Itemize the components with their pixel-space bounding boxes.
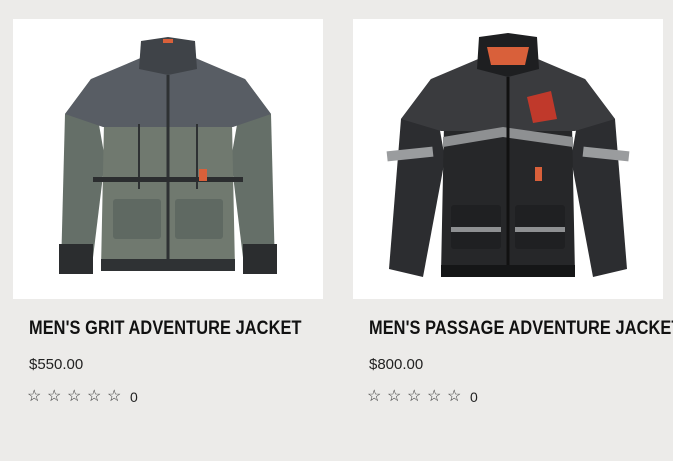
product-rating: ☆ ☆ ☆ ☆ ☆ 0 — [367, 388, 478, 406]
star-empty-icon: ☆ — [427, 388, 442, 405]
product-name[interactable]: MEN'S PASSAGE ADVENTURE JACKET — [369, 318, 673, 340]
product-price: $800.00 — [369, 356, 424, 373]
star-empty-icon: ☆ — [387, 388, 402, 405]
product-image[interactable] — [353, 19, 663, 299]
star-empty-icon: ☆ — [447, 388, 462, 405]
jacket-grit-image — [59, 37, 277, 274]
review-count: 0 — [130, 389, 138, 405]
star-empty-icon: ☆ — [407, 388, 422, 405]
product-rating: ☆ ☆ ☆ ☆ ☆ 0 — [27, 388, 138, 406]
product-grid: MEN'S GRIT ADVENTURE JACKET $550.00 ☆ ☆ … — [0, 0, 673, 461]
star-empty-icon: ☆ — [87, 388, 102, 405]
product-image[interactable] — [13, 19, 323, 299]
product-price: $550.00 — [29, 356, 84, 373]
star-empty-icon: ☆ — [67, 388, 82, 405]
star-empty-icon: ☆ — [47, 388, 62, 405]
review-count: 0 — [470, 389, 478, 405]
star-empty-icon: ☆ — [367, 388, 382, 405]
product-name[interactable]: MEN'S GRIT ADVENTURE JACKET — [29, 318, 301, 340]
jacket-passage-image — [386, 33, 630, 277]
star-empty-icon: ☆ — [107, 388, 122, 405]
star-empty-icon: ☆ — [27, 388, 42, 405]
